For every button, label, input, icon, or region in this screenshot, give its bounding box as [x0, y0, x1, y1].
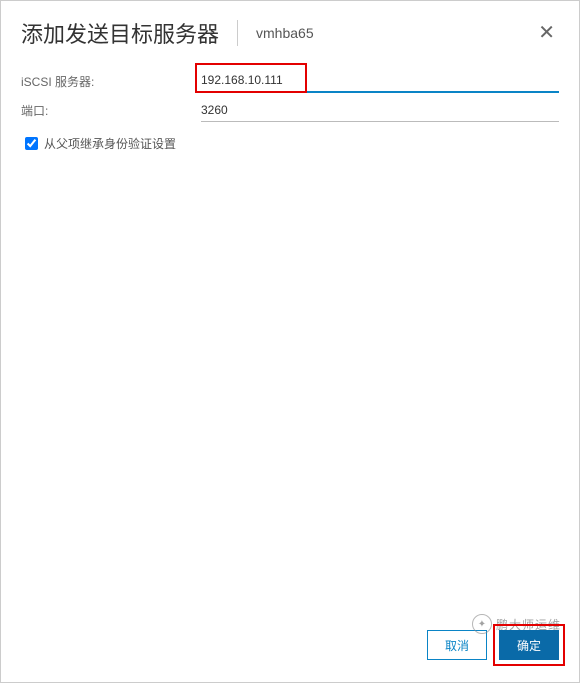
dialog-subtitle: vmhba65 [256, 25, 534, 41]
iscsi-server-input[interactable] [201, 69, 559, 93]
iscsi-server-row: iSCSI 服务器: [21, 69, 559, 93]
cancel-button[interactable]: 取消 [427, 630, 487, 660]
port-row: 端口: [21, 99, 559, 122]
dialog-title: 添加发送目标服务器 [21, 17, 219, 49]
port-field-wrap [201, 99, 559, 122]
port-input[interactable] [201, 99, 559, 122]
inherit-auth-row: 从父项继承身份验证设置 [21, 134, 559, 153]
title-divider [237, 20, 238, 46]
ok-button[interactable]: 确定 [499, 630, 559, 660]
close-icon[interactable]: ✕ [534, 19, 559, 47]
dialog: 添加发送目标服务器 vmhba65 ✕ iSCSI 服务器: 端口: 从父项继承… [0, 0, 580, 683]
ok-button-wrap: 确定 [499, 630, 559, 660]
dialog-body: iSCSI 服务器: 端口: 从父项继承身份验证设置 [1, 69, 579, 618]
inherit-auth-label: 从父项继承身份验证设置 [44, 135, 176, 152]
iscsi-server-label: iSCSI 服务器: [21, 73, 201, 90]
wechat-icon: ✦ [472, 614, 492, 634]
inherit-auth-checkbox[interactable] [25, 137, 38, 150]
dialog-header: 添加发送目标服务器 vmhba65 ✕ [1, 1, 579, 69]
port-label: 端口: [21, 102, 201, 119]
iscsi-server-field-wrap [201, 69, 559, 93]
